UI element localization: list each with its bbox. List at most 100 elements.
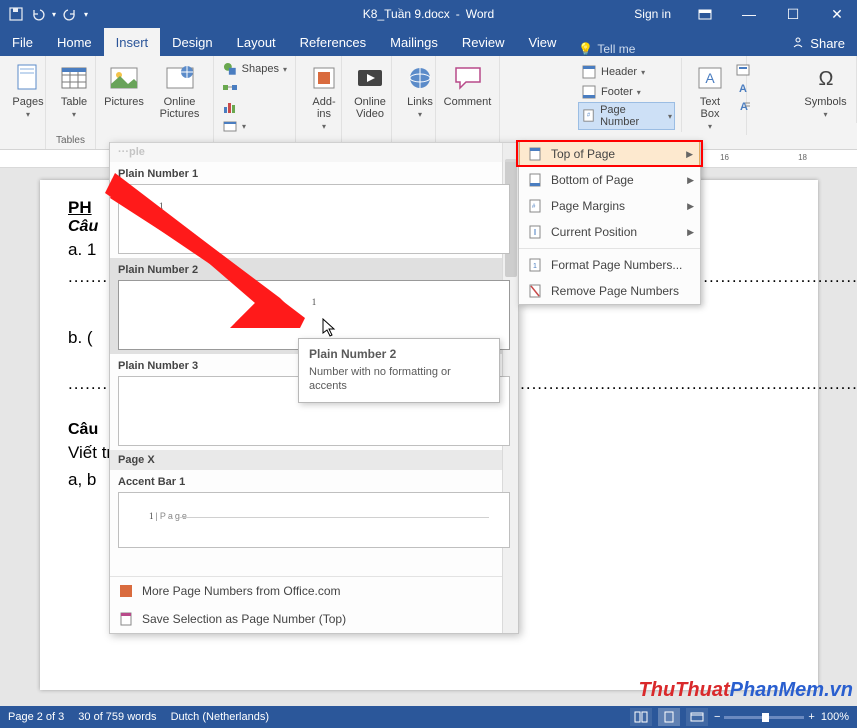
undo-icon[interactable] xyxy=(30,6,46,22)
drop-cap-icon[interactable]: A xyxy=(735,98,751,114)
menu-format-page-numbers[interactable]: 1 Format Page Numbers... xyxy=(519,252,700,278)
comment-button[interactable]: Comment xyxy=(442,60,493,110)
footer-button[interactable]: Footer▾ xyxy=(578,82,675,102)
tell-me-label: Tell me xyxy=(597,42,635,56)
omega-icon: Ω xyxy=(810,62,842,94)
sign-in-link[interactable]: Sign in xyxy=(624,7,681,21)
menu-current-position[interactable]: Current Position ▶ xyxy=(519,219,700,245)
zoom-level[interactable]: 100% xyxy=(821,711,849,723)
watermark: ThuThuatPhanMem.vn xyxy=(639,679,853,702)
header-button[interactable]: Header▾ xyxy=(578,62,675,82)
more-page-numbers-link[interactable]: More Page Numbers from Office.com ▶ xyxy=(110,577,518,605)
ribbon-tabs: File Home Insert Design Layout Reference… xyxy=(0,28,857,56)
tab-home[interactable]: Home xyxy=(45,28,104,56)
quick-access-toolbar: ▾ ▾ xyxy=(0,6,88,22)
menu-remove-page-numbers[interactable]: Remove Page Numbers xyxy=(519,278,700,304)
zoom-thumb[interactable] xyxy=(762,713,769,722)
table-button[interactable]: Table ▾ xyxy=(52,60,96,121)
gallery-category-page-x: Page X xyxy=(110,450,518,470)
menu-top-of-page[interactable]: Top of Page ▶ xyxy=(519,141,700,167)
status-language[interactable]: Dutch (Netherlands) xyxy=(171,711,269,723)
tab-file[interactable]: File xyxy=(0,28,45,56)
footer-label: Footer xyxy=(601,86,633,98)
comment-icon xyxy=(452,62,484,94)
office-icon xyxy=(118,583,134,599)
gallery-category-simple: ···ple xyxy=(110,142,518,162)
more-label: More Page Numbers from Office.com xyxy=(142,584,341,598)
web-layout-button[interactable] xyxy=(686,708,708,726)
watermark-part3: .vn xyxy=(824,679,853,701)
undo-dropdown-icon[interactable]: ▾ xyxy=(52,10,56,19)
save-selection-icon xyxy=(118,611,134,627)
menu-page-margins[interactable]: # Page Margins ▶ xyxy=(519,193,700,219)
table-icon xyxy=(58,62,90,94)
tell-me-search[interactable]: 💡 Tell me xyxy=(568,42,645,56)
maximize-button[interactable]: ☐ xyxy=(773,0,813,28)
tab-mailings[interactable]: Mailings xyxy=(378,28,450,56)
header-label: Header xyxy=(601,66,637,78)
share-label: Share xyxy=(810,36,845,51)
accent-text: Page xyxy=(160,511,189,521)
title-separator: - xyxy=(456,7,460,21)
addins-button[interactable]: Add-ins ▾ xyxy=(302,60,346,133)
chart-button[interactable] xyxy=(220,98,289,116)
header-footer-group: Header▾ Footer▾ #Page Number▾ xyxy=(572,58,682,132)
svg-text:A: A xyxy=(705,70,715,86)
read-mode-button[interactable] xyxy=(630,708,652,726)
chevron-right-icon: ▶ xyxy=(687,227,694,238)
tab-layout[interactable]: Layout xyxy=(225,28,288,56)
gallery-item-plain-1[interactable]: Plain Number 1 1 xyxy=(110,162,518,258)
zoom-slider[interactable]: − + xyxy=(714,711,815,723)
share-button[interactable]: Share xyxy=(779,31,857,56)
online-video-label: Online Video xyxy=(352,96,388,120)
online-video-button[interactable]: Online Video xyxy=(348,60,392,122)
tab-design[interactable]: Design xyxy=(160,28,224,56)
quick-parts-icon[interactable] xyxy=(735,62,751,78)
zoom-in-button[interactable]: + xyxy=(808,711,814,723)
window-title: K8_Tuần 9.docx - Word xyxy=(363,7,494,21)
symbols-button[interactable]: Ω Symbols ▾ xyxy=(801,60,850,121)
text-box-icon: A xyxy=(694,62,726,94)
screenshot-button[interactable]: ▾ xyxy=(220,117,289,135)
tab-view[interactable]: View xyxy=(516,28,568,56)
text-box-button[interactable]: A Text Box ▾ xyxy=(691,60,729,133)
gallery-preview: 1 | Page xyxy=(118,492,510,548)
wordart-icon[interactable]: A xyxy=(735,80,751,96)
zoom-out-button[interactable]: − xyxy=(714,711,720,723)
ribbon-display-options-button[interactable] xyxy=(685,0,725,28)
pages-button[interactable]: Pages ▾ xyxy=(6,60,50,121)
status-word-count[interactable]: 30 of 759 words xyxy=(78,711,156,723)
save-icon[interactable] xyxy=(8,6,24,22)
menu-label: Top of Page xyxy=(551,147,615,161)
ruler-mark: 16 xyxy=(720,153,729,162)
menu-label: Page Margins xyxy=(551,199,625,213)
save-selection-button[interactable]: Save Selection as Page Number (Top) xyxy=(110,605,518,633)
app-name: Word xyxy=(466,7,494,21)
tab-references[interactable]: References xyxy=(288,28,378,56)
pictures-button[interactable]: Pictures xyxy=(102,60,146,110)
chevron-down-icon: ▾ xyxy=(72,110,76,119)
format-icon: 1 xyxy=(527,257,543,273)
tab-insert[interactable]: Insert xyxy=(104,28,161,56)
bottom-of-page-icon xyxy=(527,172,543,188)
zoom-track[interactable] xyxy=(724,716,804,719)
close-button[interactable]: ✕ xyxy=(817,0,857,28)
redo-icon[interactable] xyxy=(62,6,78,22)
tables-group-label: Tables xyxy=(52,134,89,147)
shapes-button[interactable]: Shapes▾ xyxy=(220,60,289,78)
smartart-button[interactable] xyxy=(220,79,289,97)
menu-bottom-of-page[interactable]: Bottom of Page ▶ xyxy=(519,167,700,193)
online-pictures-button[interactable]: Online Pictures xyxy=(152,60,207,122)
status-page[interactable]: Page 2 of 3 xyxy=(8,711,64,723)
print-layout-button[interactable] xyxy=(658,708,680,726)
lightbulb-icon: 💡 xyxy=(578,42,593,56)
gallery-item-accent-bar-1[interactable]: Accent Bar 1 1 | Page xyxy=(110,470,518,552)
text-box-label: Text Box xyxy=(695,96,725,120)
pages-label: Pages xyxy=(12,96,43,108)
qat-customize-icon[interactable]: ▾ xyxy=(84,10,88,19)
minimize-button[interactable]: — xyxy=(729,0,769,28)
pictures-label: Pictures xyxy=(104,96,144,108)
page-number-button[interactable]: #Page Number▾ xyxy=(578,102,675,130)
menu-separator xyxy=(519,248,700,249)
tab-review[interactable]: Review xyxy=(450,28,517,56)
